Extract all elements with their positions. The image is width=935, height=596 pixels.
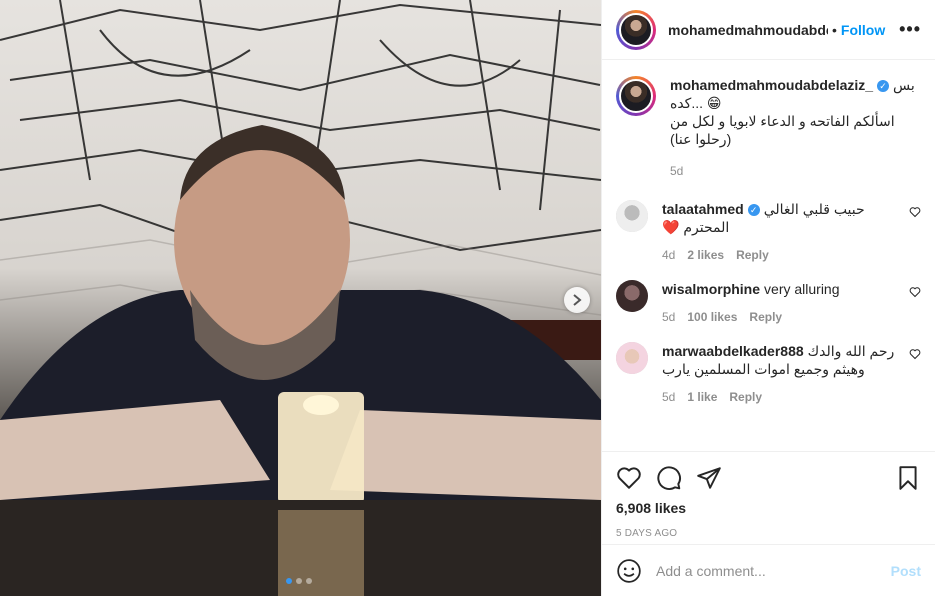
commenter-username[interactable]: marwaabdelkader888 — [662, 343, 804, 359]
comment-likes[interactable]: 100 likes — [687, 310, 737, 324]
comment-item: marwaabdelkader888 رحم الله والدك وهيثم و… — [616, 342, 921, 404]
verified-badge-icon: ✓ — [877, 80, 890, 93]
comment-item: talaatahmed ✓ حبيب قلبي الغالي المحترم ❤️ … — [616, 200, 921, 262]
post-header: mohamedmahmoudabde • Follow ••• — [602, 0, 935, 60]
carousel-dot-2 — [296, 578, 302, 584]
add-comment-bar: Post — [602, 544, 935, 596]
emoji-smiley-icon[interactable] — [616, 558, 642, 584]
reply-button[interactable]: Reply — [736, 248, 769, 262]
comment-likes[interactable]: 2 likes — [687, 248, 724, 262]
commenter-username[interactable]: talaatahmed — [662, 201, 744, 217]
next-slide-button[interactable] — [564, 287, 590, 313]
like-heart-icon[interactable] — [616, 465, 642, 491]
comment-bubble-icon[interactable] — [656, 465, 682, 491]
comment-time[interactable]: 5d — [662, 310, 675, 324]
comment-body: very alluring — [764, 281, 840, 297]
carousel-dot-1 — [286, 578, 292, 584]
comment-text: marwaabdelkader888 رحم الله والدك وهيثم و… — [662, 342, 895, 378]
follow-button[interactable]: Follow — [841, 22, 885, 38]
comment-item: wisalmorphine very alluring 5d 100 likes … — [616, 280, 921, 324]
action-bar — [616, 458, 921, 498]
instagram-post-modal: mohamedmahmoudabde • Follow ••• mohamedm… — [0, 0, 935, 596]
carousel-indicator — [286, 578, 312, 584]
like-comment-heart-icon[interactable] — [909, 286, 921, 298]
caption-author-avatar[interactable] — [616, 76, 656, 116]
comment-text: wisalmorphine very alluring — [662, 280, 895, 298]
post-timestamp[interactable]: 5 DAYS AGO — [616, 528, 921, 539]
caption-text: mohamedmahmoudabdelaziz_ ✓ بس كده... 😁 اسأ… — [670, 76, 921, 148]
caption-line-4: (رحلوا عنا) — [670, 131, 732, 147]
like-comment-heart-icon[interactable] — [909, 348, 921, 360]
author-username[interactable]: mohamedmahmoudabde — [668, 22, 828, 38]
comments-list[interactable]: mohamedmahmoudabdelaziz_ ✓ بس كده... 😁 اسأ… — [602, 60, 935, 451]
reply-button[interactable]: Reply — [729, 390, 762, 404]
like-comment-heart-icon[interactable] — [909, 206, 921, 218]
comment-likes[interactable]: 1 like — [687, 390, 717, 404]
like-count[interactable]: 6,908 likes — [616, 500, 921, 516]
caption-line-1: بس — [893, 77, 915, 93]
commenter-avatar[interactable] — [616, 200, 648, 232]
save-bookmark-icon[interactable] — [895, 465, 921, 491]
caption-time[interactable]: 5d — [670, 164, 683, 178]
caption-line-3: اسألكم الفاتحه و الدعاء لابويا و لكل من — [670, 113, 895, 129]
comment-input[interactable] — [656, 562, 891, 579]
comment-time[interactable]: 4d — [662, 248, 675, 262]
header-separator: • — [832, 21, 837, 38]
carousel-dot-3 — [306, 578, 312, 584]
author-avatar[interactable] — [616, 9, 656, 50]
post-caption: mohamedmahmoudabdelaziz_ ✓ بس كده... 😁 اسأ… — [616, 76, 921, 178]
more-options-button[interactable]: ••• — [899, 19, 921, 40]
commenter-avatar[interactable] — [616, 280, 648, 312]
post-photo[interactable] — [0, 0, 601, 596]
caption-username[interactable]: mohamedmahmoudabdelaziz_ — [670, 77, 873, 93]
photo-illustration — [0, 0, 601, 596]
caption-line-2: كده... 😁 — [670, 95, 722, 111]
chevron-right-icon — [573, 294, 582, 306]
post-side-panel: mohamedmahmoudabde • Follow ••• mohamedm… — [601, 0, 935, 596]
comment-time[interactable]: 5d — [662, 390, 675, 404]
commenter-username[interactable]: wisalmorphine — [662, 281, 760, 297]
verified-badge-icon: ✓ — [747, 204, 760, 217]
post-comment-button[interactable]: Post — [891, 563, 921, 579]
comment-text: talaatahmed ✓ حبيب قلبي الغالي المحترم ❤️ — [662, 200, 895, 236]
commenter-avatar[interactable] — [616, 342, 648, 374]
share-paper-plane-icon[interactable] — [696, 465, 722, 491]
reply-button[interactable]: Reply — [749, 310, 782, 324]
